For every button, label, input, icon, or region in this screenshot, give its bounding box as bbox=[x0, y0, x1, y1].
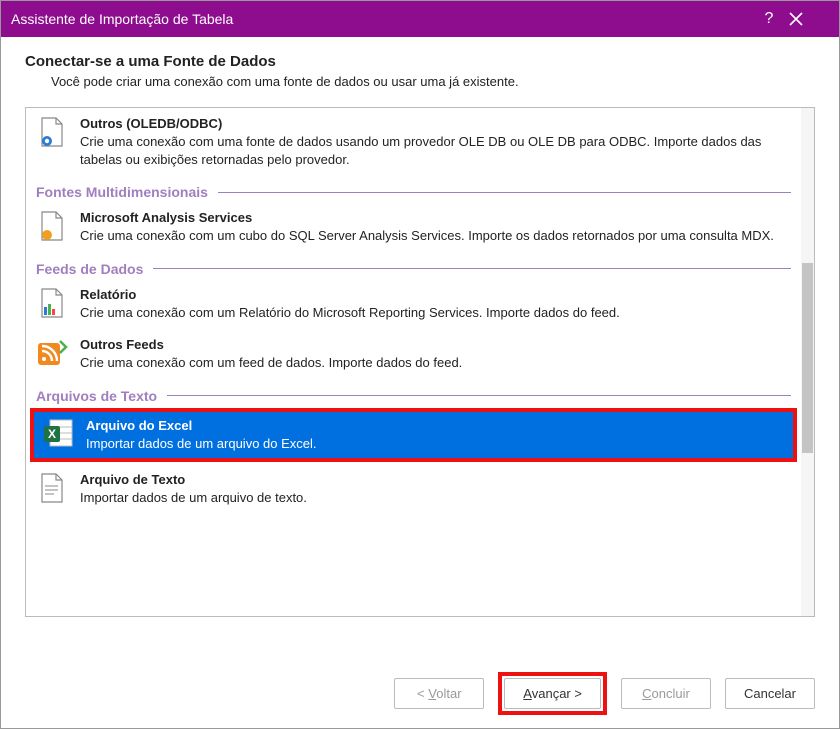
section-feeds: Feeds de Dados bbox=[26, 253, 801, 279]
item-desc: Importar dados de um arquivo de texto. bbox=[80, 489, 789, 507]
page-subtitle: Você pode criar uma conexão com uma font… bbox=[25, 74, 815, 89]
source-item-excel[interactable]: X Arquivo do Excel Importar dados de um … bbox=[32, 410, 795, 461]
section-text-files: Arquivos de Texto bbox=[26, 380, 801, 406]
text-file-icon bbox=[36, 472, 68, 504]
source-item-analysis-services[interactable]: Microsoft Analysis Services Crie uma con… bbox=[26, 202, 801, 253]
highlight-box-excel: X Arquivo do Excel Importar dados de um … bbox=[32, 410, 795, 461]
section-divider bbox=[167, 395, 791, 396]
item-desc: Crie uma conexão com uma fonte de dados … bbox=[80, 133, 789, 168]
import-wizard-dialog: Assistente de Importação de Tabela ? Con… bbox=[0, 0, 840, 729]
titlebar: Assistente de Importação de Tabela ? bbox=[1, 1, 839, 37]
item-title: Outros (OLEDB/ODBC) bbox=[80, 116, 789, 131]
close-button[interactable] bbox=[789, 12, 829, 26]
excel-icon: X bbox=[42, 418, 74, 450]
finish-button[interactable]: Concluir bbox=[621, 678, 711, 709]
item-title: Microsoft Analysis Services bbox=[80, 210, 789, 225]
item-desc: Importar dados de um arquivo do Excel. bbox=[86, 435, 783, 453]
section-label: Feeds de Dados bbox=[36, 261, 143, 277]
source-list: Outros (OLEDB/ODBC) Crie uma conexão com… bbox=[26, 108, 801, 616]
header: Conectar-se a uma Fonte de Dados Você po… bbox=[1, 37, 839, 97]
item-desc: Crie uma conexão com um Relatório do Mic… bbox=[80, 304, 789, 322]
section-label: Fontes Multidimensionais bbox=[36, 184, 208, 200]
scrollbar-thumb[interactable] bbox=[802, 263, 813, 453]
source-list-frame: Outros (OLEDB/ODBC) Crie uma conexão com… bbox=[25, 107, 815, 617]
content-area: Outros (OLEDB/ODBC) Crie uma conexão com… bbox=[1, 97, 839, 658]
feed-icon bbox=[36, 337, 68, 369]
back-button[interactable]: < Voltar bbox=[394, 678, 484, 709]
item-title: Arquivo do Excel bbox=[86, 418, 783, 433]
next-button[interactable]: Avançar > bbox=[504, 678, 601, 709]
footer: < Voltar Avançar > Concluir Cancelar bbox=[1, 658, 839, 728]
window-title: Assistente de Importação de Tabela bbox=[11, 11, 749, 27]
file-gear-icon bbox=[36, 116, 68, 148]
item-title: Outros Feeds bbox=[80, 337, 789, 352]
help-button[interactable]: ? bbox=[749, 10, 789, 28]
item-desc: Crie uma conexão com um feed de dados. I… bbox=[80, 354, 789, 372]
section-multidimensional: Fontes Multidimensionais bbox=[26, 176, 801, 202]
item-title: Relatório bbox=[80, 287, 789, 302]
source-item-oledb[interactable]: Outros (OLEDB/ODBC) Crie uma conexão com… bbox=[26, 108, 801, 176]
report-icon bbox=[36, 287, 68, 319]
page-title: Conectar-se a uma Fonte de Dados bbox=[25, 53, 815, 70]
source-item-other-feeds[interactable]: Outros Feeds Crie uma conexão com um fee… bbox=[26, 329, 801, 380]
source-item-text-file[interactable]: Arquivo de Texto Importar dados de um ar… bbox=[26, 464, 801, 515]
scrollbar[interactable] bbox=[801, 108, 814, 616]
svg-text:X: X bbox=[48, 427, 56, 441]
item-title: Arquivo de Texto bbox=[80, 472, 789, 487]
highlight-box-next: Avançar > bbox=[498, 672, 607, 715]
section-label: Arquivos de Texto bbox=[36, 388, 157, 404]
cube-icon bbox=[36, 210, 68, 242]
section-divider bbox=[153, 268, 791, 269]
source-item-report[interactable]: Relatório Crie uma conexão com um Relató… bbox=[26, 279, 801, 330]
item-desc: Crie uma conexão com um cubo do SQL Serv… bbox=[80, 227, 789, 245]
cancel-button[interactable]: Cancelar bbox=[725, 678, 815, 709]
section-divider bbox=[218, 192, 791, 193]
